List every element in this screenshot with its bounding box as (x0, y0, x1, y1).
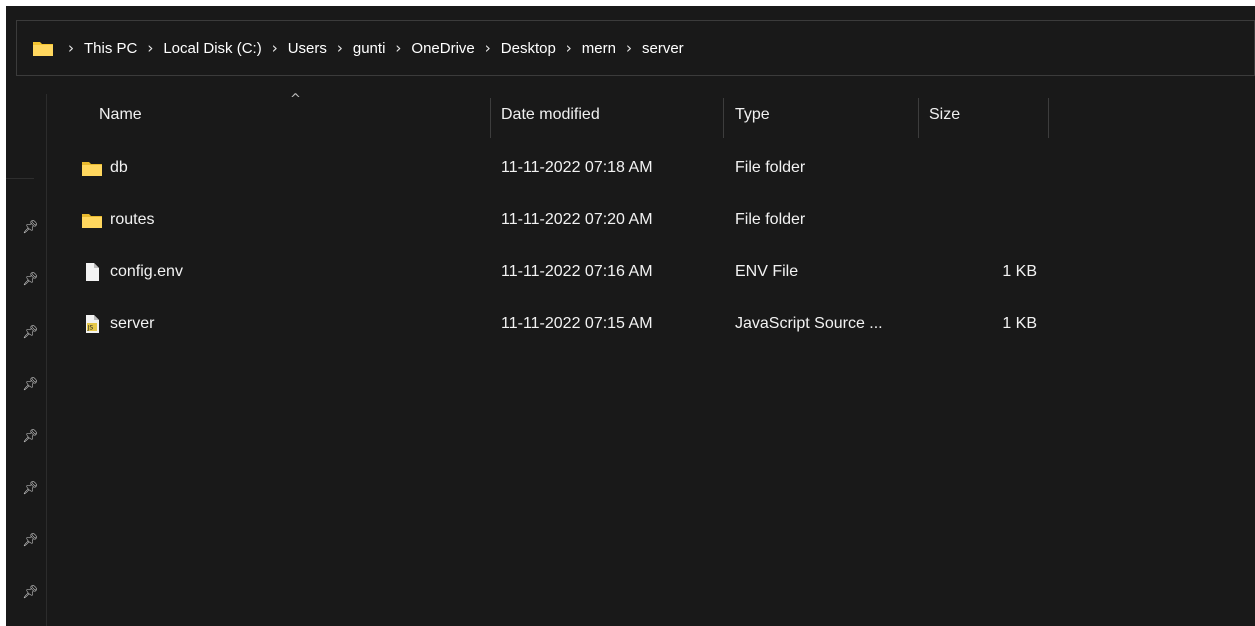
list-item-db[interactable]: db 11-11-2022 07:18 AM File folder (47, 142, 1255, 194)
pin-icon[interactable]: 📌︎ (22, 325, 39, 341)
file-size: 1 KB (1002, 263, 1037, 280)
file-type: JavaScript Source ... (735, 315, 883, 332)
column-header-size[interactable]: Size (929, 92, 960, 138)
chevron-right-icon: › (336, 39, 343, 57)
list-item-server[interactable]: JS server 11-11-2022 07:15 AM JavaScript… (47, 298, 1255, 350)
breadcrumb-mern[interactable]: › mern (558, 39, 618, 57)
breadcrumb-gunti[interactable]: › gunti (329, 39, 388, 57)
breadcrumb-onedrive[interactable]: › OneDrive (387, 39, 476, 57)
folder-icon (82, 212, 102, 228)
list-item-routes[interactable]: routes 11-11-2022 07:20 AM File folder (47, 194, 1255, 246)
breadcrumb-local-disk[interactable]: › Local Disk (C:) (139, 39, 263, 57)
column-header-row: ^ Name Date modified Type Size (47, 92, 1255, 138)
pin-icon[interactable]: 📌︎ (22, 377, 39, 393)
column-divider[interactable] (1048, 98, 1049, 138)
list-item-config-env[interactable]: config.env 11-11-2022 07:16 AM ENV File … (47, 246, 1255, 298)
pin-icon[interactable]: 📌︎ (22, 220, 39, 236)
pin-icon[interactable]: 📌︎ (22, 429, 39, 445)
breadcrumb-desktop[interactable]: › Desktop (477, 39, 558, 57)
column-divider[interactable] (723, 98, 724, 138)
file-name: routes (110, 211, 155, 228)
column-header-name[interactable]: Name (99, 92, 142, 138)
chevron-right-icon: › (68, 39, 74, 57)
divider (6, 178, 34, 179)
file-date: 11-11-2022 07:18 AM (501, 159, 653, 176)
pin-icon[interactable]: 📌︎ (22, 272, 39, 288)
breadcrumb-this-pc[interactable]: › This PC (60, 39, 139, 57)
chevron-right-icon: › (484, 39, 491, 57)
column-divider[interactable] (490, 98, 491, 138)
chevron-right-icon: › (395, 39, 402, 57)
svg-text:JS: JS (87, 325, 94, 332)
breadcrumb-users[interactable]: › Users (264, 39, 329, 57)
file-size (927, 142, 1037, 194)
chevron-right-icon: › (271, 39, 278, 57)
column-divider[interactable] (918, 98, 919, 138)
file-name: db (110, 159, 128, 176)
chevron-right-icon: › (147, 39, 154, 57)
file-type: File folder (735, 159, 806, 176)
pin-icon[interactable]: 📌︎ (22, 585, 39, 601)
file-name: server (110, 315, 155, 332)
file-size: 1 KB (1002, 315, 1037, 332)
column-header-date-modified[interactable]: Date modified (501, 92, 600, 138)
file-date: 11-11-2022 07:15 AM (501, 315, 653, 332)
pin-icon[interactable]: 📌︎ (22, 481, 39, 497)
file-date: 11-11-2022 07:20 AM (501, 211, 653, 228)
breadcrumb-server[interactable]: › server (618, 39, 686, 57)
pin-icon[interactable]: 📌︎ (22, 533, 39, 549)
quick-access-pane: 📌︎ 📌︎ 📌︎ 📌︎ 📌︎ 📌︎ 📌︎ 📌︎ (6, 94, 47, 626)
file-icon (82, 262, 102, 282)
file-name: config.env (110, 263, 183, 280)
js-file-icon: JS (82, 314, 102, 334)
sort-ascending-icon: ^ (290, 92, 301, 107)
file-explorer-window: › This PC › Local Disk (C:) › Users › gunti … (6, 6, 1255, 626)
folder-icon (82, 160, 102, 176)
address-bar[interactable]: › This PC › Local Disk (C:) › Users › gunti … (16, 20, 1255, 76)
file-size (927, 194, 1037, 246)
file-type: File folder (735, 211, 806, 228)
file-date: 11-11-2022 07:16 AM (501, 263, 653, 280)
file-type: ENV File (735, 263, 799, 280)
column-header-type[interactable]: Type (735, 92, 770, 138)
chevron-right-icon: › (565, 39, 572, 57)
chevron-right-icon: › (625, 39, 632, 57)
folder-icon (32, 39, 54, 57)
